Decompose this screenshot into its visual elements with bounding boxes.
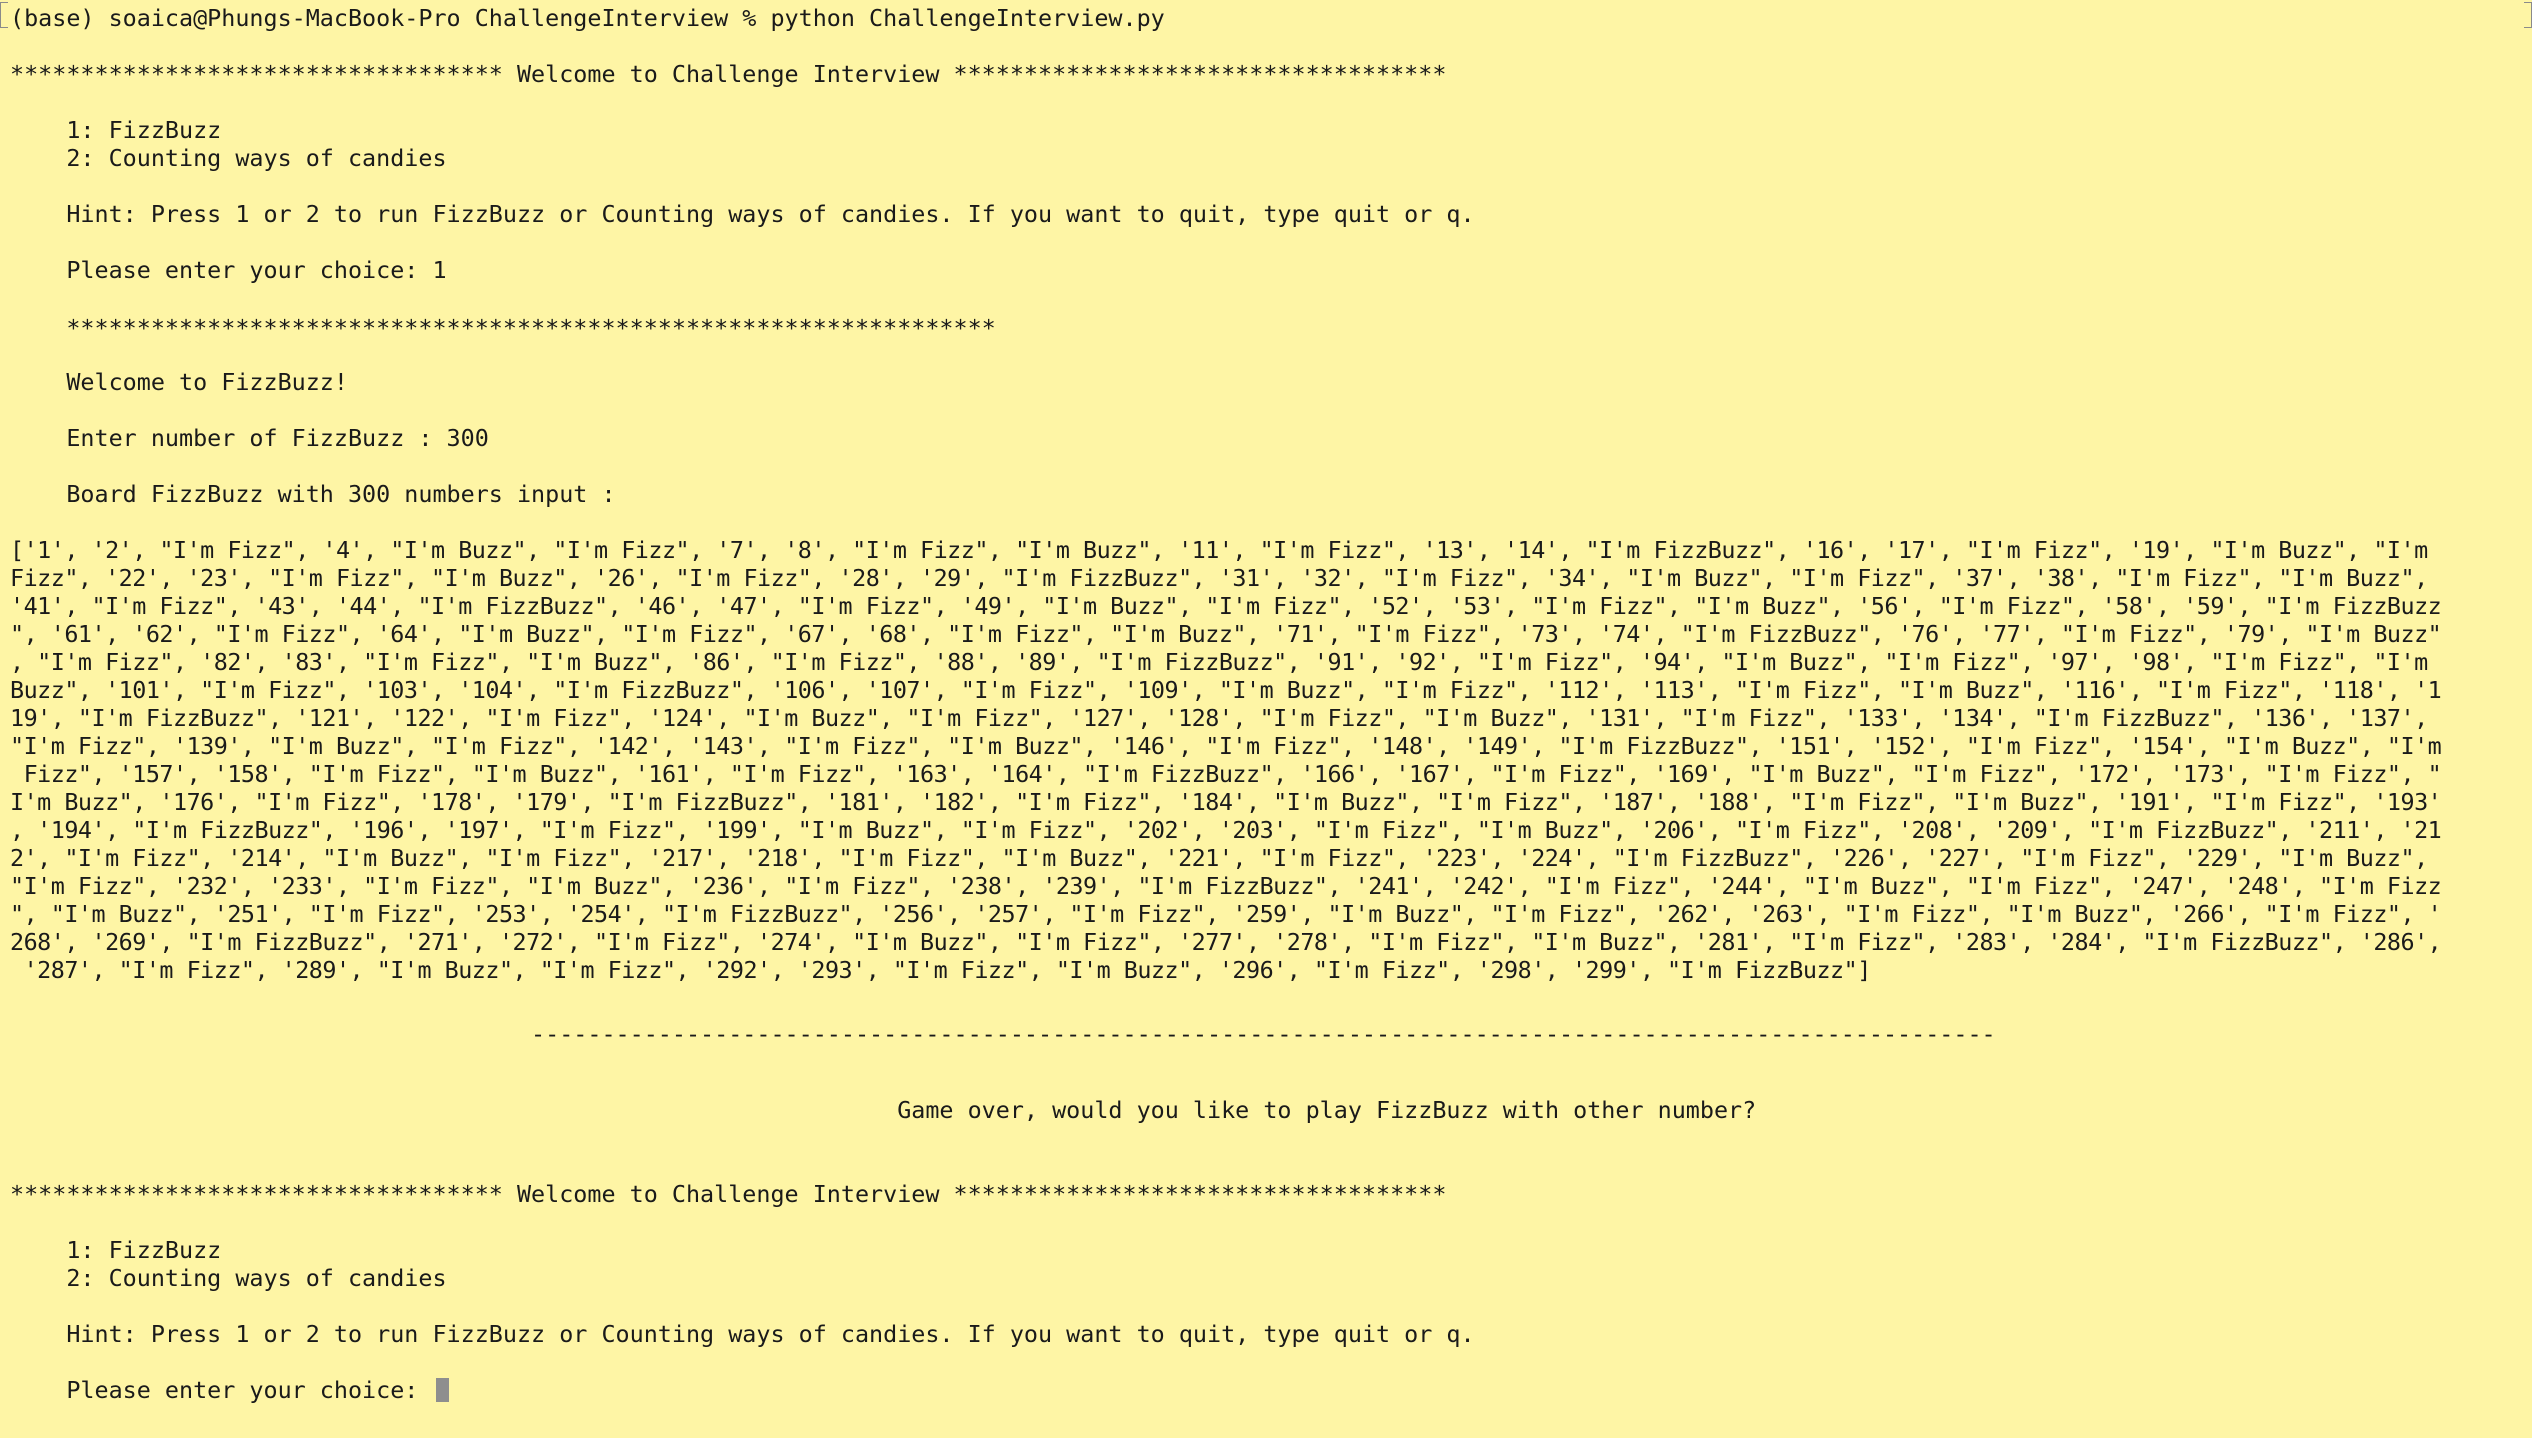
menu-option-fizzbuzz: 1: FizzBuzz bbox=[10, 1236, 222, 1264]
result-line: Buzz", '101', "I'm Fizz", '103', '104', … bbox=[10, 676, 2442, 704]
result-line: "I'm Fizz", '232', '233', "I'm Fizz", "I… bbox=[10, 872, 2442, 900]
result-line: , '194', "I'm FizzBuzz", '196', '197', "… bbox=[10, 816, 2442, 844]
hint-text: Hint: Press 1 or 2 to run FizzBuzz or Co… bbox=[10, 200, 1475, 228]
terminal-window[interactable]: (base) soaica@Phungs-MacBook-Pro Challen… bbox=[0, 0, 2532, 1438]
welcome-banner: *********************************** Welc… bbox=[10, 60, 1447, 88]
star-divider: ****************************************… bbox=[10, 314, 996, 342]
menu-option-candies: 2: Counting ways of candies bbox=[10, 144, 447, 172]
result-line: Fizz", '157', '158', "I'm Fizz", "I'm Bu… bbox=[10, 760, 2442, 788]
text-cursor bbox=[436, 1378, 450, 1402]
result-line: 268', '269', "I'm FizzBuzz", '271', '272… bbox=[10, 928, 2442, 956]
hint-text: Hint: Press 1 or 2 to run FizzBuzz or Co… bbox=[10, 1320, 1475, 1348]
left-bracket-mark bbox=[0, 2, 8, 28]
result-line: , "I'm Fizz", '82', '83', "I'm Fizz", "I… bbox=[10, 648, 2428, 676]
board-header: Board FizzBuzz with 300 numbers input : bbox=[10, 480, 616, 508]
result-line: '41', "I'm Fizz", '43', '44', "I'm FizzB… bbox=[10, 592, 2442, 620]
menu-option-fizzbuzz: 1: FizzBuzz bbox=[10, 116, 222, 144]
result-line: ", '61', '62', "I'm Fizz", '64', "I'm Bu… bbox=[10, 620, 2442, 648]
result-line: '287', "I'm Fizz", '289', "I'm Buzz", "I… bbox=[10, 956, 1872, 984]
choice-prompt: Please enter your choice: 1 bbox=[10, 256, 447, 284]
result-line: ['1', '2', "I'm Fizz", '4', "I'm Buzz", … bbox=[10, 536, 2428, 564]
welcome-banner: *********************************** Welc… bbox=[10, 1180, 1447, 1208]
menu-option-candies: 2: Counting ways of candies bbox=[10, 1264, 447, 1292]
result-line: Fizz", '22', '23', "I'm Fizz", "I'm Buzz… bbox=[10, 564, 2428, 592]
enter-number-prompt: Enter number of FizzBuzz : 300 bbox=[10, 424, 489, 452]
result-line: I'm Buzz", '176', "I'm Fizz", '178', '17… bbox=[10, 788, 2442, 816]
command-line: (base) soaica@Phungs-MacBook-Pro Challen… bbox=[10, 4, 1165, 32]
result-line: "I'm Fizz", '139', "I'm Buzz", "I'm Fizz… bbox=[10, 732, 2442, 760]
dash-divider: ----------------------------------------… bbox=[10, 1020, 1996, 1048]
fizzbuzz-welcome: Welcome to FizzBuzz! bbox=[10, 368, 348, 396]
choice-prompt-label: Please enter your choice: bbox=[10, 1376, 433, 1404]
result-line: 2', "I'm Fizz", '214', "I'm Buzz", "I'm … bbox=[10, 844, 2428, 872]
game-over-message: Game over, would you like to play FizzBu… bbox=[10, 1096, 1757, 1124]
result-line: 19', "I'm FizzBuzz", '121', '122', "I'm … bbox=[10, 704, 2428, 732]
choice-prompt-input[interactable]: Please enter your choice: bbox=[10, 1376, 450, 1404]
right-bracket-mark bbox=[2524, 2, 2532, 28]
result-line: ", "I'm Buzz", '251', "I'm Fizz", '253',… bbox=[10, 900, 2442, 928]
